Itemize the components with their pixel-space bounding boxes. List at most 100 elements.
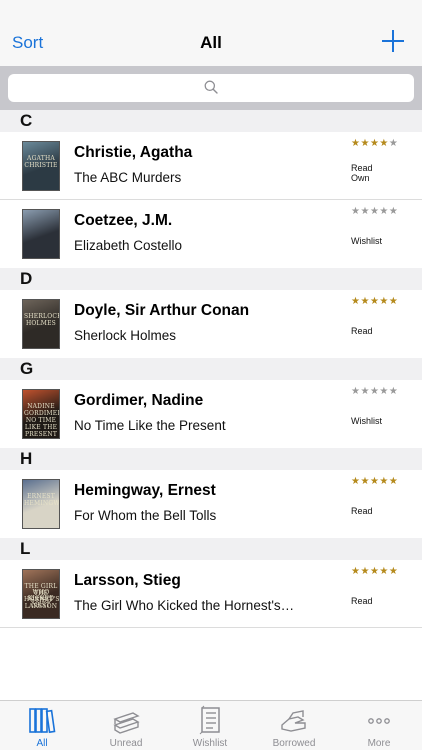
books-shelf-icon	[29, 708, 56, 734]
tab-label: More	[367, 738, 391, 749]
book-status: Read	[351, 596, 373, 606]
rating-stars[interactable]: ★★★★★	[351, 567, 398, 577]
tab-borrowed[interactable]: Borrowed	[252, 701, 336, 750]
tab-all[interactable]: All	[0, 701, 84, 750]
book-title: Elizabeth Costello	[74, 238, 183, 253]
book-author: Doyle, Sir Arthur Conan	[74, 302, 250, 319]
book-row[interactable]: THE GIRL WHO KICKED THE HORNET'S NEST STIE…	[0, 560, 422, 628]
status-label: Read	[351, 596, 373, 606]
status-label: Read	[351, 506, 373, 516]
tab-label: Unread	[109, 738, 143, 749]
cover-text: PRESENT	[24, 431, 58, 438]
status-label: Own	[351, 173, 370, 183]
book-cover-image: NADINE GORDIMER NO TIME LIKE THE PRESENT	[22, 389, 60, 439]
tab-bar: All Unread Wishlist Borrowed More	[0, 700, 422, 750]
rating-stars[interactable]: ★★★★★	[351, 207, 398, 217]
star-icon: ★	[388, 386, 399, 397]
cover-text: HEMINGWAY	[24, 500, 60, 507]
section-header: G	[0, 358, 422, 380]
navigation-bar: Sort All	[0, 0, 422, 66]
book-status: Wishlist	[351, 236, 382, 246]
rating-stars[interactable]: ★★★★★	[351, 297, 398, 307]
star-icon: ★	[360, 566, 370, 577]
book-stack-icon	[113, 712, 140, 734]
star-icon: ★	[379, 476, 389, 487]
star-icon: ★	[369, 206, 380, 217]
star-icon: ★	[369, 296, 380, 307]
book-cover-image: SHERLOCK HOLMES	[22, 299, 60, 349]
star-icon: ★	[379, 386, 389, 397]
plus-icon[interactable]	[382, 30, 404, 52]
status-label: Wishlist	[351, 416, 382, 426]
book-cover-image: THE GIRL WHO KICKED THE HORNET'S NEST STIE…	[22, 569, 60, 619]
book-cover-image: AGATHA CHRISTIE	[22, 141, 60, 191]
book-author: Coetzee, J.M.	[74, 212, 173, 229]
rating-stars[interactable]: ★★★★★	[351, 477, 398, 487]
book-row[interactable]: AGATHA CHRISTIE Christie, Agatha The ABC Mu…	[0, 132, 422, 200]
rating-stars[interactable]: ★★★★★	[351, 139, 398, 149]
star-icon: ★	[369, 476, 380, 487]
book-row[interactable]: Coetzee, J.M. Elizabeth Costello ★★★★★ Wish…	[0, 200, 422, 268]
cover-text: STIEG LARSSON	[24, 597, 58, 610]
book-status: Wishlist	[351, 416, 382, 426]
star-icon: ★	[369, 566, 380, 577]
book-status: Read Own	[351, 163, 373, 183]
star-icon: ★	[388, 206, 399, 217]
book-status: Read	[351, 326, 373, 336]
status-label: Wishlist	[351, 236, 382, 246]
tab-unread[interactable]: Unread	[84, 701, 168, 750]
star-icon: ★	[388, 566, 399, 577]
book-author: Hemingway, Ernest	[74, 482, 216, 499]
search-bar	[0, 66, 422, 110]
star-icon: ★	[388, 296, 399, 307]
star-icon: ★	[388, 476, 399, 487]
star-icon: ★	[388, 138, 399, 149]
book-row[interactable]: SHERLOCK HOLMES Doyle, Sir Arthur Conan She…	[0, 290, 422, 358]
book-row[interactable]: ERNESTHEMINGWAY Hemingway, Ernest For Whom…	[0, 470, 422, 538]
star-icon: ★	[360, 296, 370, 307]
star-icon: ★	[369, 138, 380, 149]
book-title: No Time Like the Present	[74, 418, 226, 433]
star-icon: ★	[379, 296, 389, 307]
star-icon: ★	[379, 566, 389, 577]
book-author: Christie, Agatha	[74, 144, 193, 161]
section-header: D	[0, 268, 422, 290]
magnifier-icon	[204, 80, 218, 94]
rating-stars[interactable]: ★★★★★	[351, 387, 398, 397]
search-input[interactable]	[8, 74, 414, 102]
book-title: The Girl Who Kicked the Hornest's…	[74, 598, 295, 613]
status-label: Read	[351, 326, 373, 336]
star-icon: ★	[360, 476, 370, 487]
section-header: L	[0, 538, 422, 560]
book-title: For Whom the Bell Tolls	[74, 508, 217, 523]
star-icon: ★	[379, 138, 389, 149]
tab-label: Borrowed	[272, 738, 316, 749]
book-cover-image: ERNESTHEMINGWAY	[22, 479, 60, 529]
status-label: Read	[351, 163, 373, 173]
book-author: Larsson, Stieg	[74, 572, 181, 589]
hand-book-icon	[281, 710, 306, 732]
cover-text: HOLMES	[26, 320, 56, 327]
book-title: Sherlock Holmes	[74, 328, 177, 343]
more-dots-icon	[368, 718, 390, 724]
tab-label: Wishlist	[192, 738, 228, 749]
book-title: The ABC Murders	[74, 170, 182, 185]
star-icon: ★	[360, 206, 370, 217]
book-row[interactable]: NADINE GORDIMER NO TIME LIKE THE PRESENT Gord…	[0, 380, 422, 448]
star-icon: ★	[360, 386, 370, 397]
book-cover-image	[22, 209, 60, 259]
section-header: C	[0, 110, 422, 132]
page-title: All	[200, 33, 222, 52]
tab-more[interactable]: More	[337, 701, 421, 750]
section-header: H	[0, 448, 422, 470]
tab-wishlist[interactable]: Wishlist	[168, 701, 252, 750]
book-list: C AGATHA CHRISTIE Christie, Agatha The ABC M…	[0, 110, 422, 628]
star-icon: ★	[369, 386, 380, 397]
tab-label: All	[36, 738, 48, 749]
cover-text: CHRISTIE	[24, 162, 58, 169]
book-status: Read	[351, 506, 373, 516]
star-icon: ★	[360, 138, 370, 149]
book-author: Gordimer, Nadine	[74, 392, 204, 409]
checklist-icon	[199, 705, 220, 735]
star-icon: ★	[379, 206, 389, 217]
